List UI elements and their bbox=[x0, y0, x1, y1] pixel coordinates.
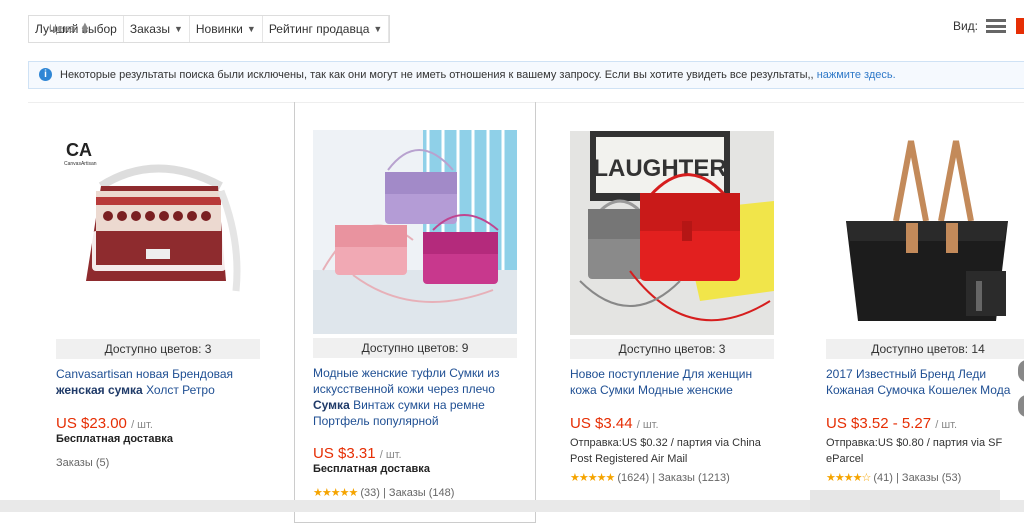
rating-count[interactable]: (41) bbox=[873, 472, 893, 484]
rating-stars: ★★★★☆ bbox=[826, 472, 871, 484]
shipping-info: Отправка:US $0.80 / партия via SF eParce… bbox=[826, 437, 1003, 465]
caret-down-icon: ▼ bbox=[373, 24, 383, 34]
rating-count[interactable]: (33) bbox=[360, 487, 380, 499]
price-unit: / шт. bbox=[636, 419, 659, 431]
product-card[interactable]: Доступно цветов: 14 2017 Известный Бренд… bbox=[812, 103, 1024, 523]
price-value: US $3.31 bbox=[313, 445, 376, 462]
price-unit: / шт. bbox=[935, 419, 958, 431]
title-part: 2017 Известный Бренд Леди Кожаная Сумочк… bbox=[826, 367, 1011, 397]
scrollbar-thumb[interactable] bbox=[810, 490, 1000, 512]
price-value: US $23.00 bbox=[56, 415, 127, 432]
colors-available: Доступно цветов: 14 bbox=[826, 339, 1024, 359]
rating-count[interactable]: (1624) bbox=[617, 472, 649, 484]
rating-row: ★★★★★ (1624) | Заказы (1213) bbox=[570, 472, 730, 484]
sort-seller-rating[interactable]: Рейтинг продавца ▼ bbox=[263, 16, 390, 42]
price-value: US $3.44 bbox=[570, 415, 633, 432]
grid-view-icon[interactable] bbox=[1016, 18, 1024, 34]
brand-logo: CA bbox=[66, 140, 92, 160]
show-all-link[interactable]: нажмите здесь. bbox=[817, 69, 896, 81]
view-label: Вид: bbox=[952, 19, 978, 33]
product-price: US $23.00 / шт. bbox=[56, 415, 153, 432]
orders-count[interactable]: Заказы (148) bbox=[389, 487, 455, 499]
colors-available: Доступно цветов: 9 bbox=[313, 338, 517, 358]
list-view-icon[interactable] bbox=[986, 19, 1006, 33]
product-image[interactable] bbox=[313, 130, 517, 334]
shipping-info: Отправка:US $0.32 / партия via China Pos… bbox=[570, 437, 761, 465]
sort-orders-label: Заказы bbox=[129, 22, 170, 36]
sign-text: LAUGHTER bbox=[593, 155, 726, 182]
title-part: Canvasartisan новая Брендовая bbox=[56, 367, 234, 381]
colors-available: Доступно цветов: 3 bbox=[570, 339, 774, 359]
price-value: US $3.52 - 5.27 bbox=[826, 415, 932, 432]
product-title[interactable]: Модные женские туфли Сумки из искусствен… bbox=[313, 365, 523, 429]
rating-stars: ★★★★★ bbox=[313, 487, 358, 499]
product-price: US $3.44 / шт. bbox=[570, 415, 659, 432]
product-title[interactable]: Новое поступление Для женщин кожа Сумки … bbox=[570, 366, 780, 398]
sort-orders[interactable]: Заказы ▼ bbox=[124, 16, 190, 42]
product-card[interactable]: Доступно цветов: 9 Модные женские туфли … bbox=[294, 102, 536, 523]
brand-logo-text: CanvasArtisan bbox=[64, 161, 97, 167]
caret-down-icon: ▼ bbox=[246, 24, 256, 34]
rating-stars: ★★★★★ bbox=[570, 472, 615, 484]
product-card[interactable]: CA CanvasArtisan Доступно цветов: 3 Canv… bbox=[42, 103, 282, 523]
product-title[interactable]: 2017 Известный Бренд Леди Кожаная Сумочк… bbox=[826, 366, 1024, 398]
info-icon: i bbox=[39, 67, 52, 81]
product-image[interactable]: LAUGHTER bbox=[570, 131, 774, 335]
search-notice: i Некоторые результаты поиска были исключ… bbox=[28, 61, 1024, 89]
title-highlight: Сумка bbox=[313, 398, 350, 412]
product-card[interactable]: LAUGHTER Доступно цветов: 3 Новое поступ… bbox=[556, 103, 796, 523]
sort-price-label: Цена bbox=[49, 23, 76, 35]
price-unit: / шт. bbox=[379, 449, 402, 461]
sort-rating-label: Рейтинг продавца bbox=[268, 22, 370, 36]
sort-price[interactable]: Цена ▲ ▼ bbox=[43, 16, 96, 42]
orders-count[interactable]: Заказы (1213) bbox=[658, 472, 730, 484]
product-title[interactable]: Canvasartisan новая Брендовая женская су… bbox=[56, 366, 266, 398]
product-price: US $3.52 - 5.27 / шт. bbox=[826, 415, 957, 432]
view-switcher: Вид: bbox=[953, 18, 1024, 34]
product-image[interactable] bbox=[826, 131, 1024, 335]
colors-available: Доступно цветов: 3 bbox=[56, 339, 260, 359]
sort-new[interactable]: Новинки ▼ bbox=[190, 16, 263, 42]
orders-count[interactable]: Заказы (53) bbox=[902, 472, 961, 484]
orders-count[interactable]: Заказы (5) bbox=[56, 457, 109, 469]
shipping-info: Бесплатная доставка bbox=[313, 463, 430, 475]
title-highlight: женская сумка bbox=[56, 383, 143, 397]
title-part: Новое поступление Для женщин кожа Сумки … bbox=[570, 367, 753, 397]
notice-text: Некоторые результаты поиска были исключе… bbox=[60, 69, 814, 81]
title-part: Холст Ретро bbox=[146, 383, 215, 397]
title-part: Модные женские туфли Сумки из искусствен… bbox=[313, 366, 500, 396]
rating-row: ★★★★☆ (41) | Заказы (53) bbox=[826, 472, 962, 484]
rating-row: ★★★★★ (33) | Заказы (148) bbox=[313, 487, 455, 499]
product-price: US $3.31 / шт. bbox=[313, 445, 402, 462]
sort-bar: Лучший выбор Заказы ▼ Новинки ▼ Рейтинг пр… bbox=[28, 15, 391, 43]
caret-down-icon: ▼ bbox=[173, 24, 183, 34]
price-unit: / шт. bbox=[131, 419, 153, 431]
product-image[interactable]: CA CanvasArtisan bbox=[56, 131, 260, 335]
sort-updown-icon: ▲ ▼ bbox=[79, 20, 91, 37]
sort-new-label: Новинки bbox=[195, 22, 243, 36]
shipping-info: Бесплатная доставка bbox=[56, 433, 173, 445]
